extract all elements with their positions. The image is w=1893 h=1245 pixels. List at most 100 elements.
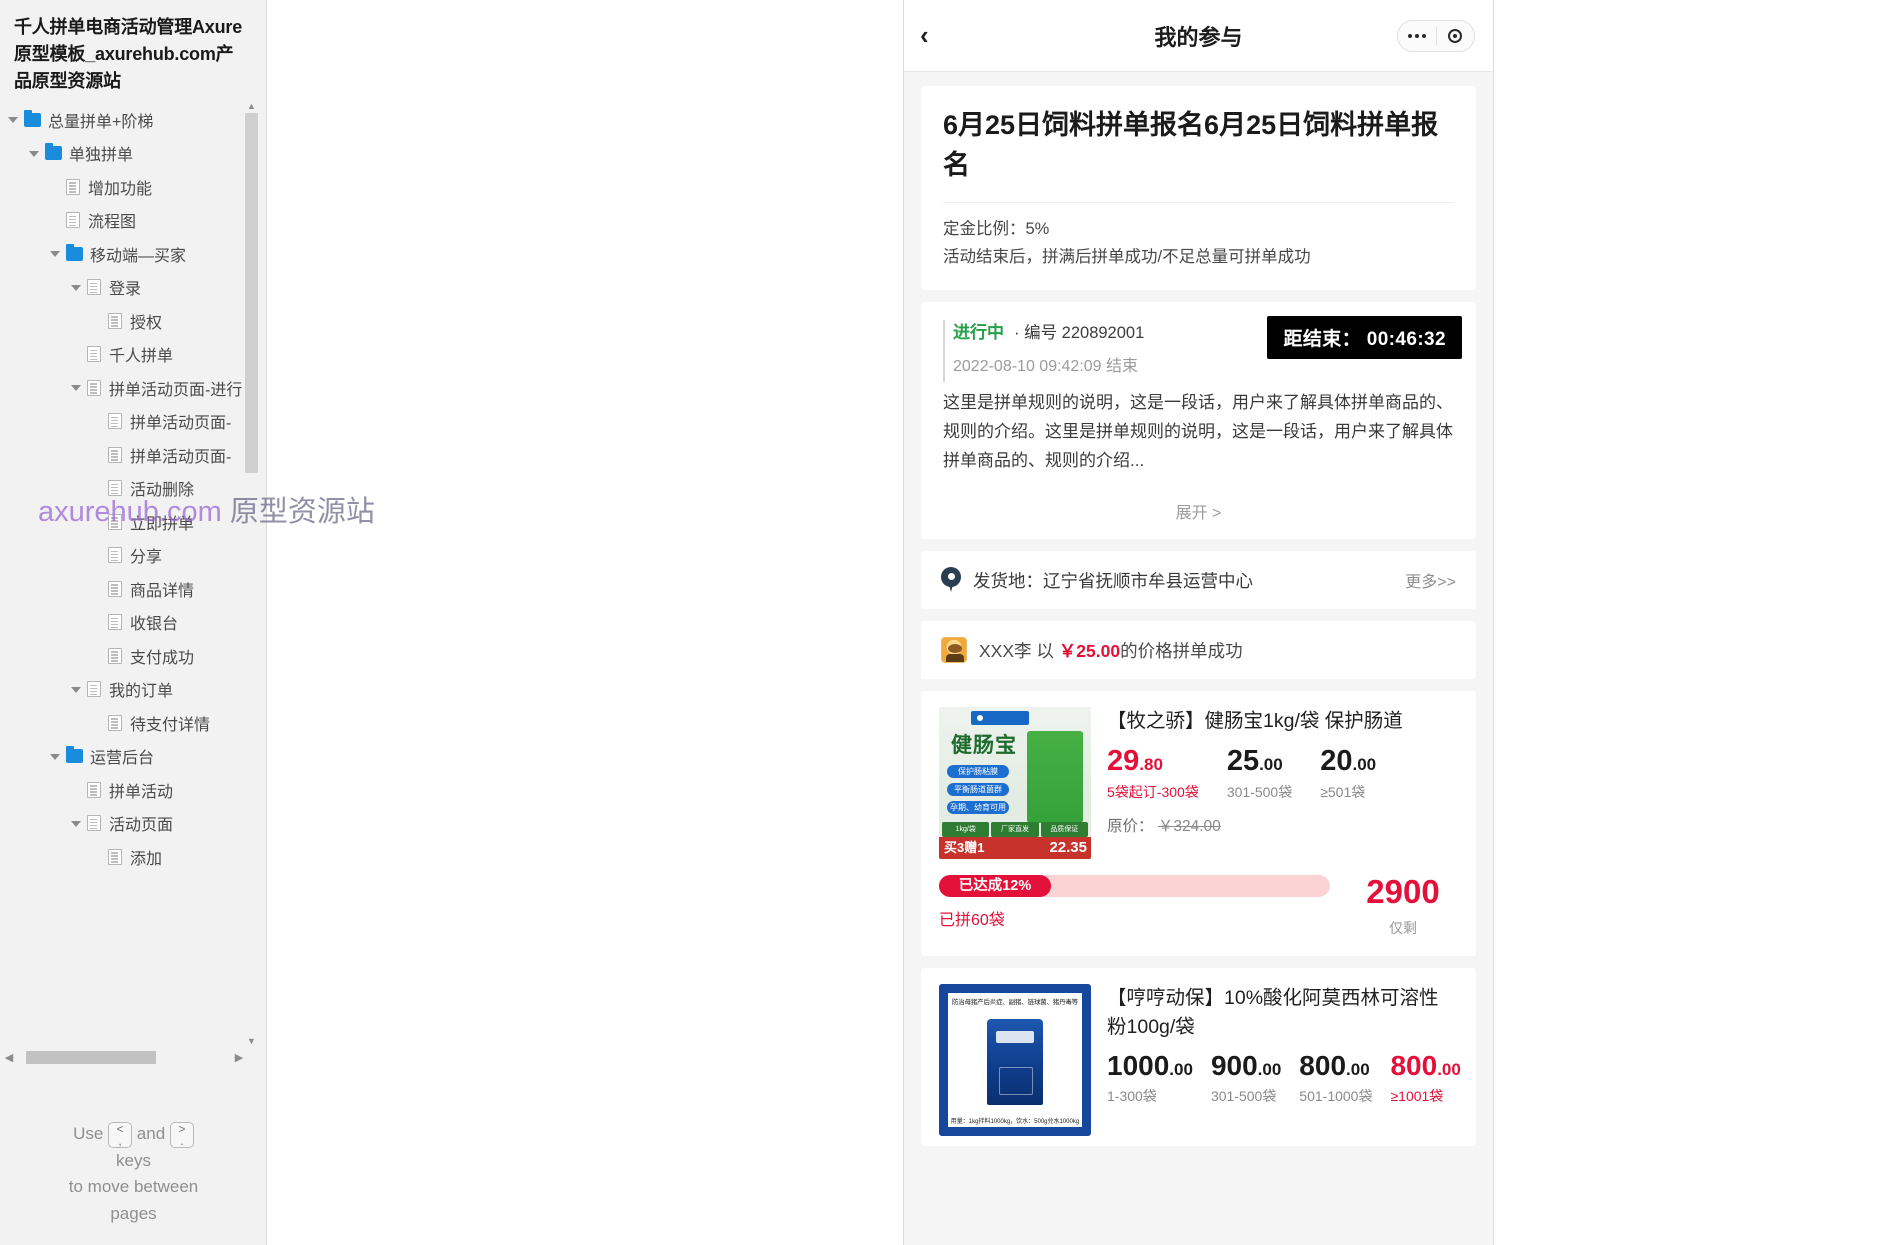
tier-price-yuan: 29 — [1107, 744, 1140, 777]
chevron-left-icon[interactable]: ‹ — [920, 22, 929, 48]
scroll-thumb-vertical[interactable] — [245, 113, 258, 473]
tier-price: 800.00 — [1390, 1051, 1460, 1080]
sitemap-item[interactable]: 拼单活动页面- — [0, 405, 266, 439]
product-card[interactable]: 防治母猪产后炎症、副猪、链球菌、猪丹毒等 用量：1kg拌料1000kg，饮水：5… — [921, 968, 1476, 1147]
scroll-track-vertical[interactable] — [245, 113, 258, 1035]
product-card[interactable]: 健肠宝 保护肠粘膜 平衡肠道菌群 孕期、幼育可用 1kg/袋 厂家直发 品质保证… — [921, 691, 1476, 957]
caret-down-icon[interactable] — [29, 148, 40, 159]
tier-price: 800.00 — [1299, 1051, 1372, 1080]
sitemap-item[interactable]: 总量拼单+阶梯 — [0, 103, 266, 137]
caret-down-icon[interactable] — [71, 282, 82, 293]
expand-rules-button[interactable]: 展开 > — [921, 485, 1476, 539]
scroll-left-icon[interactable]: ◀ — [0, 1051, 18, 1064]
winner-prefix: 以 — [1036, 640, 1054, 661]
caret-placeholder — [92, 583, 103, 594]
sitemap-item[interactable]: 待支付详情 — [0, 706, 266, 740]
sitemap-item[interactable]: 收银台 — [0, 606, 266, 640]
caret-placeholder — [50, 215, 61, 226]
sitemap-item-label: 单独拼单 — [69, 147, 134, 165]
product-row[interactable]: 健肠宝 保护肠粘膜 平衡肠道菌群 孕期、幼育可用 1kg/袋 厂家直发 品质保证… — [921, 691, 1476, 869]
sitemap-item[interactable]: 拼单活动页面- — [0, 438, 266, 472]
sitemap-item[interactable]: 支付成功 — [0, 639, 266, 673]
sitemap-item[interactable]: 授权 — [0, 304, 266, 338]
sitemap-item[interactable]: 运营后台 — [0, 740, 266, 774]
promo-price: 22.35 — [1049, 839, 1087, 857]
scroll-up-icon[interactable]: ▲ — [245, 100, 258, 113]
caret-down-icon[interactable] — [50, 751, 61, 762]
tier-quantity-range: 5袋起订-300袋 — [1107, 784, 1199, 801]
shipping-more-link[interactable]: 更多>> — [1405, 568, 1456, 592]
keyboard-help: Use < , and > . keys to move between pag… — [0, 1121, 266, 1227]
tier-price-cents: .00 — [1437, 1059, 1461, 1079]
caret-down-icon[interactable] — [50, 248, 61, 259]
sitemap-item[interactable]: 增加功能 — [0, 170, 266, 204]
more-dots-icon[interactable] — [1398, 34, 1436, 38]
tier-quantity-range: 1-300袋 — [1107, 1088, 1157, 1105]
sitemap-item[interactable]: 流程图 — [0, 204, 266, 238]
help-and-label: and — [136, 1124, 166, 1144]
shipping-row[interactable]: 发货地：辽宁省抚顺市牟县运营中心 更多>> — [921, 551, 1476, 609]
caret-down-icon[interactable] — [8, 114, 19, 125]
sitemap-item[interactable]: 活动页面 — [0, 807, 266, 841]
folder-icon — [66, 243, 83, 261]
page-icon — [66, 178, 80, 195]
wechat-capsule-button[interactable] — [1397, 20, 1475, 52]
phone-right-border — [1493, 0, 1494, 1245]
sitemap-item[interactable]: 活动删除 — [0, 472, 266, 506]
sitemap-item[interactable]: 商品详情 — [0, 572, 266, 606]
scroll-right-icon[interactable]: ▶ — [230, 1051, 248, 1064]
caret-down-icon[interactable] — [71, 684, 82, 695]
tier-price-yuan: 800 — [1390, 1049, 1438, 1081]
key-next-bottom: . — [180, 1133, 184, 1148]
product-feature-tag-2: 平衡肠道菌群 — [947, 783, 1009, 797]
sitemap-item-label: 支付成功 — [130, 649, 195, 667]
tree-vertical-scrollbar[interactable]: ▲ ▼ — [245, 100, 258, 1048]
page-icon — [108, 580, 122, 597]
tier-price-cents: .00 — [1257, 1059, 1282, 1079]
sitemap-item[interactable]: 单独拼单 — [0, 137, 266, 171]
sitemap-tree[interactable]: 总量拼单+阶梯单独拼单增加功能 流程图 移动端—买家 登录 授权 千人拼单 拼单活动页面-进… — [0, 103, 266, 873]
product-name: 【哼哼动保】10%酸化阿莫西林可溶性粉100g/袋 — [1107, 987, 1439, 1038]
footer-badge-3: 品质保证 — [1040, 822, 1088, 838]
sitemap-item[interactable]: 分享 — [0, 539, 266, 573]
page-icon — [87, 781, 101, 798]
product-feature-tag-1: 保护肠粘膜 — [947, 765, 1009, 779]
product-row[interactable]: 防治母猪产后炎症、副猪、链球菌、猪丹毒等 用量：1kg拌料1000kg，饮水：5… — [921, 968, 1476, 1146]
sitemap-item[interactable]: 我的订单 — [0, 673, 266, 707]
sitemap-item-label: 拼单活动 — [109, 783, 174, 801]
tier-price-cents: .00 — [1346, 1059, 1370, 1079]
tree-horizontal-scrollbar[interactable]: ◀ ▶ — [0, 1044, 248, 1070]
scroll-thumb-horizontal[interactable] — [26, 1050, 156, 1064]
winner-currency: ￥ — [1058, 640, 1077, 661]
sitemap-item[interactable]: 登录 — [0, 271, 266, 305]
page-icon — [87, 379, 101, 396]
sitemap-item-label: 拼单活动页面- — [130, 448, 232, 466]
tier-price-cents: .00 — [1259, 754, 1283, 774]
caret-down-icon[interactable] — [71, 382, 82, 393]
sitemap-item[interactable]: 立即拼单 — [0, 505, 266, 539]
sitemap-item[interactable]: 拼单活动页面-进行 — [0, 371, 266, 405]
sitemap-item[interactable]: 移动端—买家 — [0, 237, 266, 271]
sitemap-item-label: 收银台 — [130, 616, 179, 634]
sitemap-item[interactable]: 千人拼单 — [0, 338, 266, 372]
sitemap-item[interactable]: 添加 — [0, 840, 266, 873]
remaining-count: 2900 — [1366, 873, 1440, 911]
sitemap-item[interactable]: 拼单活动 — [0, 773, 266, 807]
product-image: 健肠宝 保护肠粘膜 平衡肠道菌群 孕期、幼育可用 1kg/袋 厂家直发 品质保证… — [939, 707, 1091, 860]
shipping-origin-card[interactable]: 发货地：辽宁省抚顺市牟县运营中心 更多>> — [921, 551, 1476, 610]
caret-down-icon[interactable] — [71, 818, 82, 829]
price-tier: 20.00 ≥501袋 — [1320, 745, 1376, 802]
scroll-track-horizontal[interactable] — [18, 1050, 230, 1064]
user-avatar-icon — [941, 637, 967, 664]
price-tier: 1000.00 1-300袋 — [1107, 1051, 1193, 1106]
footer-badge-2: 厂家直发 — [991, 822, 1039, 838]
product-footer-badges: 1kg/袋 厂家直发 品质保证 — [939, 822, 1091, 838]
progress-right: 2900 仅剩 — [1348, 875, 1458, 938]
caret-placeholder — [50, 181, 61, 192]
key-prev-page: < , — [108, 1121, 133, 1148]
folder-icon — [45, 143, 62, 161]
target-icon[interactable] — [1437, 29, 1475, 43]
caret-placeholder — [92, 717, 103, 728]
tier-price: 29.80 — [1107, 744, 1199, 777]
winner-suffix: 的价格拼单成功 — [1120, 640, 1243, 661]
